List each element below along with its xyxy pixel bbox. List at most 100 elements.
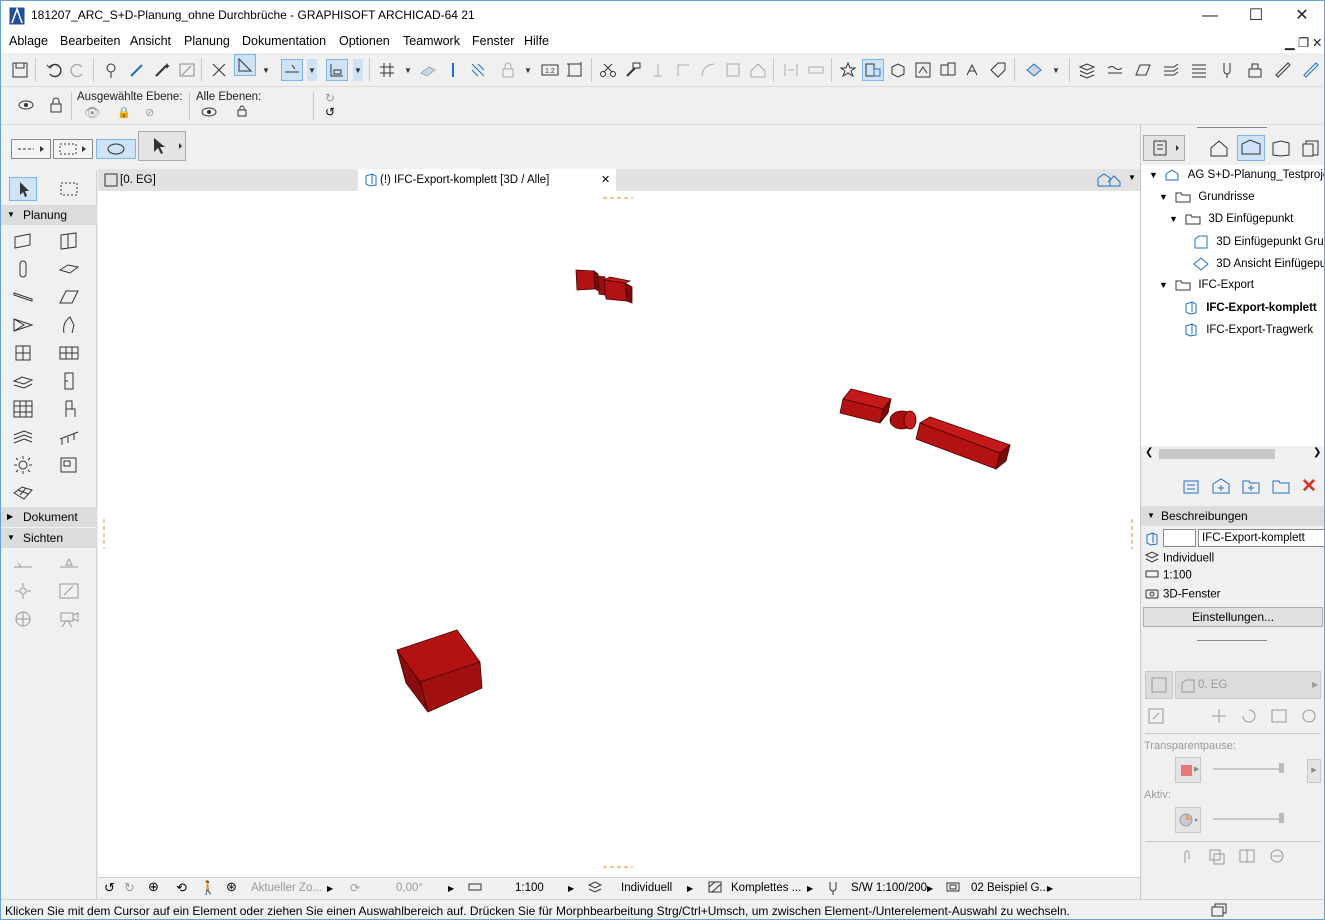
hatch-icon[interactable]: [467, 59, 489, 81]
surfaces-icon[interactable]: [1244, 59, 1266, 81]
zone-tool-icon[interactable]: [55, 453, 83, 477]
hammer-icon[interactable]: [622, 59, 644, 81]
more-tools-icon[interactable]: [1300, 59, 1322, 81]
stair-tool-icon[interactable]: [9, 369, 37, 393]
menu-bearbeiten[interactable]: Bearbeiten: [60, 34, 120, 48]
shell-tool-icon[interactable]: [9, 313, 37, 337]
mdi-restore-icon[interactable]: ❐: [1298, 35, 1309, 50]
layer-undo-icon[interactable]: ↺: [325, 105, 335, 119]
tree-item-3d-ansicht[interactable]: 3D Ansicht Einfügepunkt: [1193, 257, 1324, 271]
corner-icon[interactable]: [672, 59, 694, 81]
refresh-icon[interactable]: [1299, 707, 1319, 728]
publisher-icon[interactable]: [937, 59, 959, 81]
menu-teamwork[interactable]: Teamwork: [403, 34, 460, 48]
frame-icon[interactable]: [564, 59, 586, 81]
zoom-forward-icon[interactable]: ↻: [124, 880, 135, 896]
interior-elevation-icon[interactable]: [9, 579, 37, 603]
gravity-dropdown[interactable]: ▼: [353, 59, 363, 81]
lock-dropdown[interactable]: ▼: [523, 59, 533, 81]
dimension-style-field[interactable]: 02 Beispiel G...: [971, 882, 1049, 894]
menu-hilfe[interactable]: Hilfe: [524, 34, 549, 48]
new-folder-icon[interactable]: [1241, 477, 1261, 498]
window-tool-icon[interactable]: [9, 341, 37, 365]
detail-tool-icon[interactable]: [9, 607, 37, 631]
section-dokument[interactable]: ▶ Dokument: [1, 507, 97, 527]
scale-row[interactable]: 1:100: [1145, 569, 1192, 582]
wall-tool-icon[interactable]: [9, 229, 37, 253]
view-id-field[interactable]: [1163, 529, 1196, 547]
settings-button[interactable]: Einstellungen...: [1143, 607, 1323, 627]
section-view-tool-icon[interactable]: [9, 551, 37, 575]
selected-wire-icon[interactable]: ⊘: [145, 106, 154, 119]
walk-icon[interactable]: 🚶: [200, 880, 216, 896]
skylight-tool-icon[interactable]: [55, 313, 83, 337]
profiles-icon[interactable]: [1188, 59, 1210, 81]
elevation-tool-icon[interactable]: [55, 551, 83, 575]
snap-guides-icon[interactable]: [281, 59, 303, 81]
favorites-icon[interactable]: [837, 59, 859, 81]
trace-icon[interactable]: [208, 59, 230, 81]
object-tool-icon[interactable]: [55, 397, 83, 421]
tab-floor-plan[interactable]: [0. EG]: [98, 169, 358, 191]
selected-eye-icon[interactable]: 👁: [84, 105, 101, 121]
roof-tool-icon[interactable]: [55, 285, 83, 309]
transparent-slider[interactable]: [1213, 768, 1283, 770]
zoom-to-fit-icon[interactable]: ⊛: [226, 879, 237, 895]
block-bottom[interactable]: [396, 629, 483, 713]
gravity-icon[interactable]: [326, 59, 348, 81]
active-color-button[interactable]: [1175, 807, 1201, 833]
eyedropper-icon[interactable]: [176, 59, 198, 81]
inject-icon[interactable]: [126, 59, 148, 81]
pick-up-icon[interactable]: [101, 59, 123, 81]
guide-lines-icon[interactable]: [234, 54, 256, 76]
floor-selector[interactable]: 0. EG ▶: [1175, 671, 1321, 699]
scale-menu-arrow[interactable]: ▶: [568, 884, 574, 893]
section-planung[interactable]: ▼ Planung: [1, 205, 97, 225]
layer-redo-icon[interactable]: ↻: [325, 91, 335, 105]
pen-set-field[interactable]: S/W 1:100/200: [851, 882, 927, 894]
close-tab-button[interactable]: ✕: [601, 169, 610, 191]
layer-combination-arrow[interactable]: ▶: [687, 884, 693, 893]
grid-tool-icon[interactable]: [9, 397, 37, 421]
snap-guides-dropdown[interactable]: ▼: [307, 59, 317, 81]
current-zoom-field[interactable]: Aktueller Zo...: [251, 882, 322, 894]
render-dropdown[interactable]: ▼: [1051, 59, 1061, 81]
model-view-arrow[interactable]: ▶: [807, 884, 813, 893]
fit-icon[interactable]: [1269, 707, 1289, 728]
elevate-icon[interactable]: [647, 59, 669, 81]
window-type-row[interactable]: 3D-Fenster: [1145, 587, 1221, 602]
magic-wand-icon[interactable]: [151, 59, 173, 81]
rotation-angle-field[interactable]: 0,00°: [396, 882, 423, 894]
composites-icon[interactable]: [1160, 59, 1182, 81]
folder-options-icon[interactable]: [1271, 477, 1291, 498]
layer-combo-row[interactable]: Individuell: [1144, 551, 1214, 566]
all-lock-icon[interactable]: [237, 105, 247, 120]
guide-lines-dropdown[interactable]: ▼: [261, 59, 271, 81]
window-switch-icon[interactable]: [1211, 903, 1227, 919]
zoom-back-icon[interactable]: ↺: [104, 880, 115, 896]
opening-tool-icon[interactable]: [55, 369, 83, 393]
menu-dokumentation[interactable]: Dokumentation: [242, 34, 326, 48]
mesh-tool-icon[interactable]: [9, 481, 37, 505]
line-type-icon[interactable]: [1104, 59, 1126, 81]
camera-tool-icon[interactable]: [55, 607, 83, 631]
orbit-icon[interactable]: ⟲: [176, 880, 187, 896]
copy-settings-icon[interactable]: [1207, 847, 1227, 868]
menu-ablage[interactable]: Ablage: [9, 34, 48, 48]
align-icon[interactable]: [805, 59, 827, 81]
tab-3d-view[interactable]: (!) IFC-Export-komplett [3D / Alle] ✕: [358, 169, 616, 191]
minimize-button[interactable]: —: [1187, 1, 1233, 31]
distribute-icon[interactable]: [780, 59, 802, 81]
rotate-view-icon[interactable]: [1239, 707, 1259, 728]
maximize-button[interactable]: ☐: [1233, 1, 1279, 31]
3d-view-icon[interactable]: [887, 59, 909, 81]
mdi-minimize-icon[interactable]: ▁: [1285, 35, 1295, 50]
transparent-color-button[interactable]: ▶: [1175, 757, 1201, 783]
close-window-button[interactable]: ✕: [1279, 1, 1324, 31]
menu-fenster[interactable]: Fenster: [472, 34, 514, 48]
lock-layers-icon[interactable]: [45, 94, 67, 116]
rotate-selection-button[interactable]: [96, 139, 136, 159]
scale-field[interactable]: 1:100: [515, 882, 544, 894]
clone-folder-icon[interactable]: [1181, 477, 1201, 498]
show-layers-icon[interactable]: [15, 94, 37, 116]
